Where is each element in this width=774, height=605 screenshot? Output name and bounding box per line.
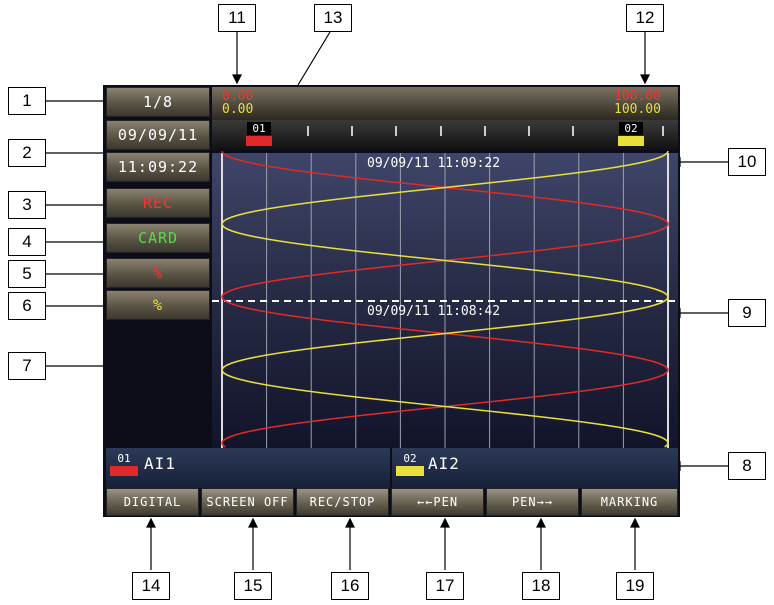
pen2-marker xyxy=(618,136,644,146)
channel-2-tag: 02 xyxy=(403,452,417,465)
callout-19: 19 xyxy=(616,572,654,600)
channel-1-tag: 01 xyxy=(117,452,131,465)
page-indicator-button[interactable]: 1/8 xyxy=(106,87,210,117)
card-status-indicator: CARD xyxy=(106,223,210,253)
date-display: 09/09/11 xyxy=(106,120,210,150)
ruler-tick xyxy=(572,126,574,136)
callout-1: 1 xyxy=(8,87,46,115)
callout-4: 4 xyxy=(8,228,46,256)
trend-plot xyxy=(212,151,678,448)
pen1-percent-indicator: % xyxy=(106,258,210,288)
channel-1-bar[interactable]: 01 AI1 xyxy=(106,448,390,488)
callout-13: 13 xyxy=(314,4,352,32)
callout-11: 11 xyxy=(218,4,256,32)
ruler-tick xyxy=(307,126,309,136)
timestamp-mark: 09/09/11 11:08:42 xyxy=(367,304,501,319)
callout-2: 2 xyxy=(8,139,46,167)
callout-16: 16 xyxy=(331,572,369,600)
ruler-tick xyxy=(484,126,486,136)
ruler-tick xyxy=(662,126,664,136)
digital-button[interactable]: DIGITAL xyxy=(106,488,199,516)
rec-status-indicator: REC xyxy=(106,188,210,218)
ruler-tick xyxy=(440,126,442,136)
trend-chart: 09/09/11 11:09:22 09/09/11 11:08:42 xyxy=(212,151,678,448)
callout-17: 17 xyxy=(426,572,464,600)
scale-bar: 0.00 0.00 100.00 100.00 xyxy=(212,87,678,120)
channel-1-name: AI1 xyxy=(144,454,176,473)
rec-stop-button[interactable]: REC/STOP xyxy=(296,488,389,516)
callout-12: 12 xyxy=(626,4,664,32)
callout-15: 15 xyxy=(234,572,272,600)
scale-max-pen2: 100.00 xyxy=(614,102,661,117)
callout-8: 8 xyxy=(728,452,766,480)
scale-min-pen2: 0.00 xyxy=(222,102,254,117)
callout-18: 18 xyxy=(522,572,560,600)
callout-5: 5 xyxy=(8,260,46,288)
channel-1-color xyxy=(110,466,138,476)
callout-14: 14 xyxy=(132,572,170,600)
timestamp-current: 09/09/11 11:09:22 xyxy=(367,156,501,171)
ruler-tick xyxy=(528,126,530,136)
callout-7: 7 xyxy=(8,352,46,380)
callout-3: 3 xyxy=(8,191,46,219)
callout-6: 6 xyxy=(8,292,46,320)
ruler-tick xyxy=(351,126,353,136)
screen-off-button[interactable]: SCREEN OFF xyxy=(201,488,294,516)
time-display: 11:09:22 xyxy=(106,152,210,182)
marking-button[interactable]: MARKING xyxy=(581,488,678,516)
channel-2-bar[interactable]: 02 AI2 xyxy=(392,448,678,488)
channel-2-name: AI2 xyxy=(428,454,460,473)
ruler-tick xyxy=(395,126,397,136)
pen-left-button[interactable]: ←←PEN xyxy=(391,488,484,516)
callout-10: 10 xyxy=(728,148,766,176)
pen-right-button[interactable]: PEN→→ xyxy=(486,488,579,516)
pen2-tag: 02 xyxy=(619,122,643,135)
callout-9: 9 xyxy=(728,299,766,327)
pen1-tag: 01 xyxy=(247,122,271,135)
pen2-percent-indicator: % xyxy=(106,290,210,320)
pen1-marker xyxy=(246,136,272,146)
channel-2-color xyxy=(396,466,424,476)
pen-position-ruler: 01 02 xyxy=(212,120,678,150)
